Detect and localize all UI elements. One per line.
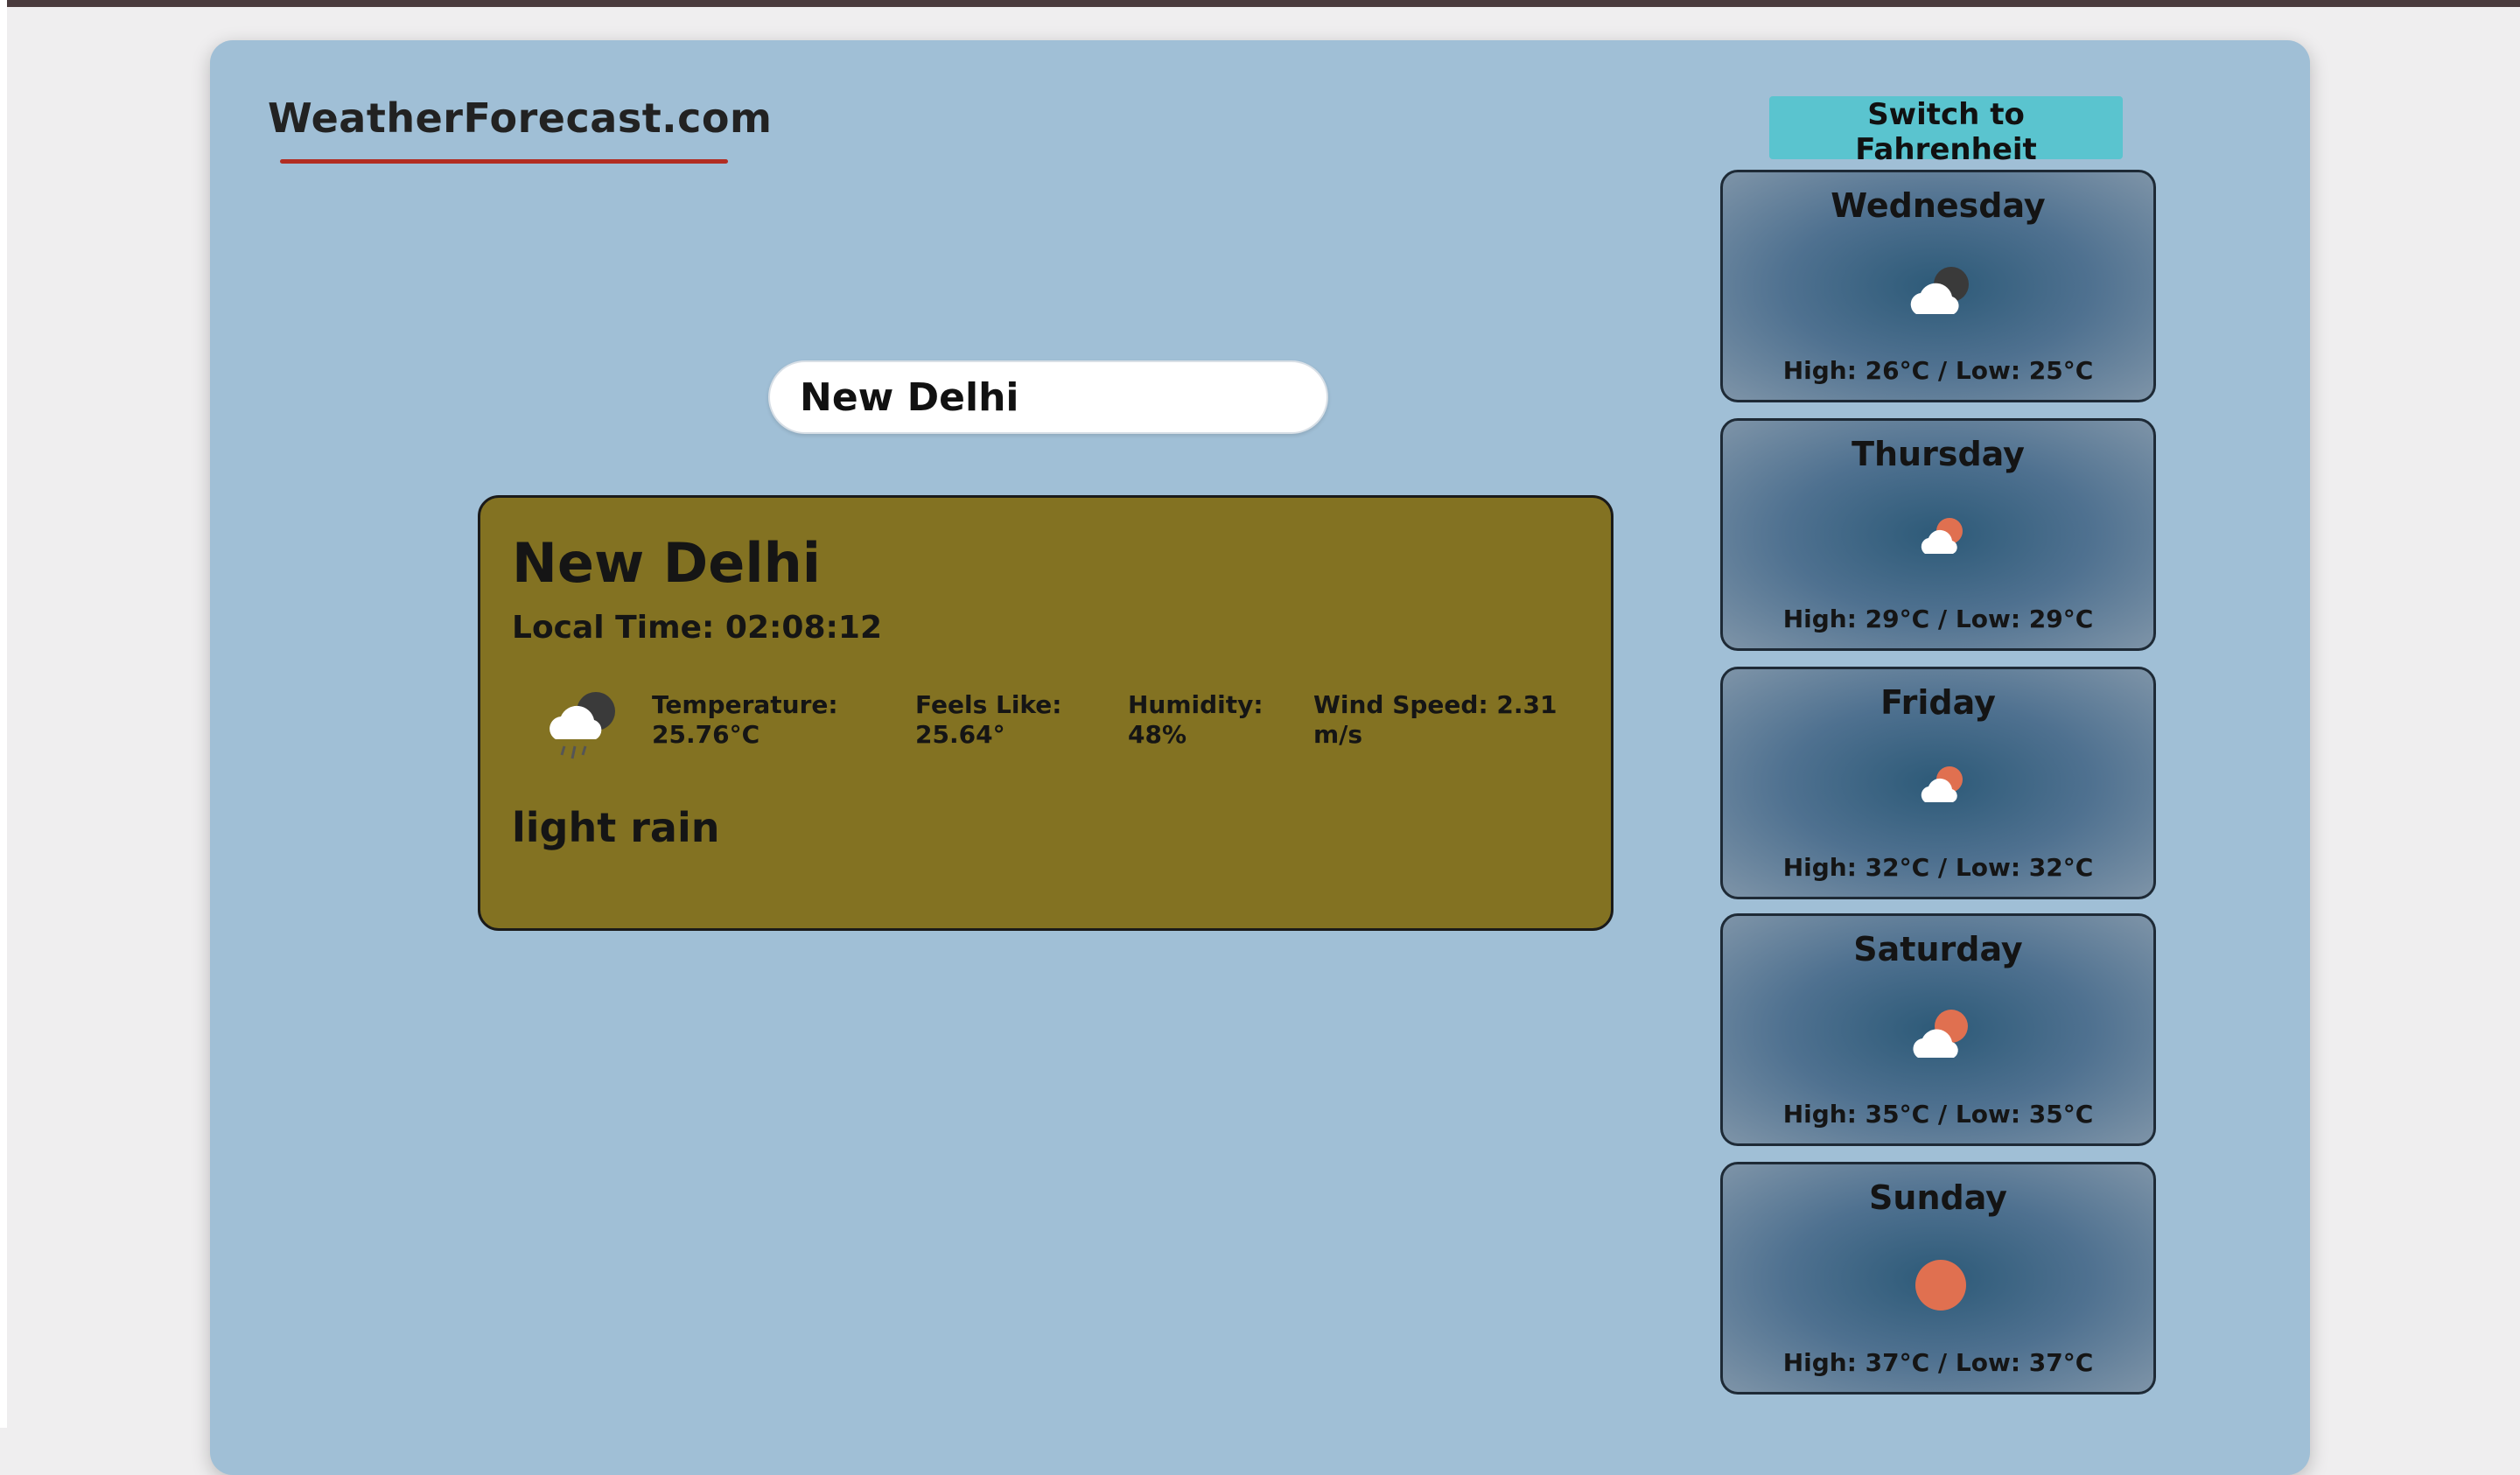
cloud-night-icon (1910, 267, 1969, 314)
humidity-value: 48% (1128, 720, 1187, 749)
temperature-value: 25.76°C (652, 720, 760, 749)
forecast-card-wednesday[interactable]: Wednesday High: 26°C / Low: 25°C (1720, 170, 2156, 402)
forecast-card-sunday[interactable]: Sunday High: 37°C / Low: 37°C (1720, 1162, 2156, 1395)
main-panel: WeatherForecast.com New Delhi Local Time… (210, 40, 2310, 1475)
local-time: Local Time: 02:08:12 (512, 610, 883, 646)
temperature-label: Temperature: (652, 690, 838, 719)
page-left-edge (0, 0, 7, 1428)
stat-temperature: Temperature: 25.76°C (652, 690, 838, 750)
browser-top-border (0, 0, 2520, 7)
forecast-temps: High: 29°C / Low: 29°C (1782, 605, 2094, 633)
cloud-sun-icon (1921, 766, 1963, 802)
feels-like-label: Feels Like: (915, 690, 1062, 719)
forecast-temps: High: 35°C / Low: 35°C (1782, 1100, 2094, 1129)
forecast-day-name: Saturday (1853, 930, 2023, 968)
rain-night-icon (550, 692, 615, 759)
forecast-day-name: Thursday (1852, 435, 2025, 473)
wind-speed-label: Wind Speed: 2.31 (1313, 690, 1558, 719)
stat-humidity: Humidity: 48% (1128, 690, 1264, 750)
current-weather-card: New Delhi Local Time: 02:08:12 Temperatu… (478, 495, 1614, 931)
sun-icon (1915, 1260, 1966, 1311)
forecast-day-name: Friday (1880, 683, 1996, 722)
forecast-card-friday[interactable]: Friday High: 32°C / Low: 32°C (1720, 667, 2156, 899)
cloud-sun-icon (1913, 1010, 1968, 1058)
weather-description: light rain (512, 804, 720, 851)
site-logo[interactable]: WeatherForecast.com (268, 94, 772, 142)
wind-speed-unit: m/s (1313, 720, 1363, 749)
forecast-temps: High: 37°C / Low: 37°C (1782, 1348, 2094, 1377)
forecast-card-saturday[interactable]: Saturday High: 35°C / Low: 35°C (1720, 913, 2156, 1146)
logo-underline (280, 159, 728, 164)
cloud-sun-icon (1921, 518, 1963, 554)
feels-like-value: 25.64° (915, 720, 1005, 749)
current-city-name: New Delhi (512, 531, 821, 595)
city-search-input[interactable] (768, 360, 1328, 434)
forecast-day-name: Sunday (1869, 1178, 2007, 1217)
humidity-label: Humidity: (1128, 690, 1264, 719)
stat-feels-like: Feels Like: 25.64° (915, 690, 1061, 750)
stat-wind-speed: Wind Speed: 2.31 m/s (1313, 690, 1557, 750)
forecast-day-name: Wednesday (1830, 186, 2046, 225)
forecast-temps: High: 32°C / Low: 32°C (1782, 853, 2094, 882)
forecast-card-thursday[interactable]: Thursday High: 29°C / Low: 29°C (1720, 418, 2156, 651)
forecast-temps: High: 26°C / Low: 25°C (1782, 356, 2094, 385)
switch-to-fahrenheit-button[interactable]: Switch to Fahrenheit (1769, 96, 2123, 167)
